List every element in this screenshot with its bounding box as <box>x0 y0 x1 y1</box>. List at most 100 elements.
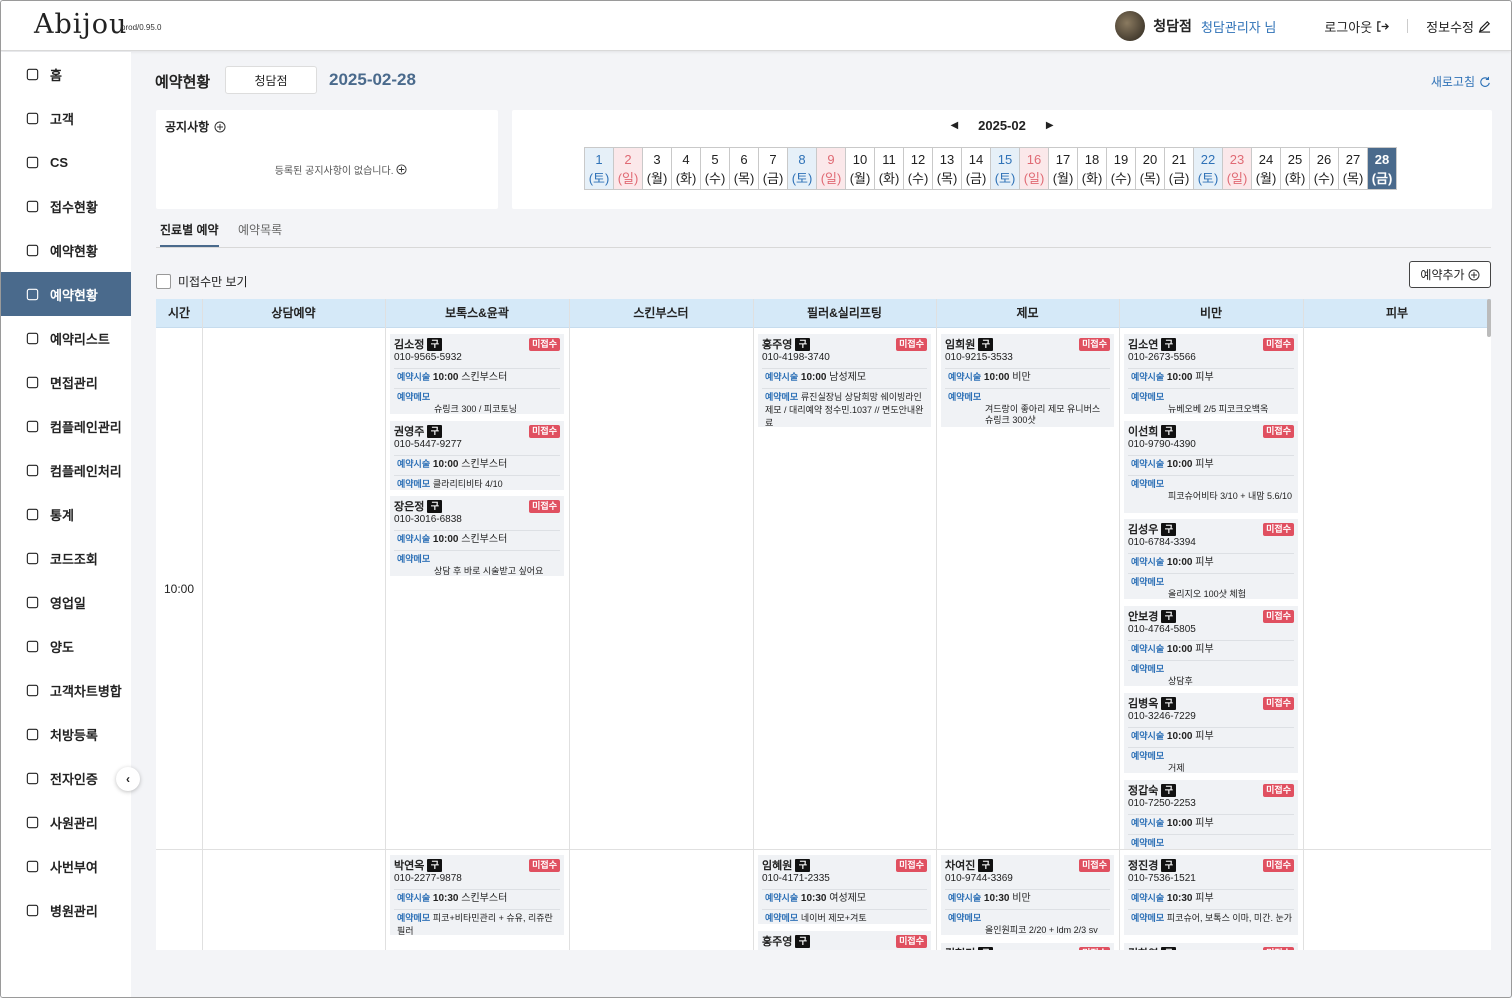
reservation-card[interactable]: 차여진 구 미접수 010-9744-3369 예약시술 10:30 비만 예약메모 올인원… <box>941 855 1114 935</box>
sidebar-item-18[interactable]: 사번부여 <box>1 844 131 888</box>
calendar-day[interactable]: 1 (토) <box>584 147 614 190</box>
calendar-day[interactable]: 23 (일) <box>1222 147 1252 190</box>
calendar-day[interactable]: 28 (금) <box>1367 147 1397 190</box>
sidebar-item-10[interactable]: 통계 <box>1 492 131 536</box>
sidebar-item-2[interactable]: CS <box>1 140 131 184</box>
sidebar-item-0[interactable]: 홈 <box>1 52 131 96</box>
customer-name: 장은정 <box>394 500 425 513</box>
calendar-day[interactable]: 5 (수) <box>700 147 730 190</box>
reservation-card[interactable]: 김소정 구 미접수 010-9565-5932 예약시술 10:00 스킨부스터 예약메모… <box>390 334 564 414</box>
calendar-day[interactable]: 24 (월) <box>1251 147 1281 190</box>
sidebar-item-12[interactable]: 영업일 <box>1 580 131 624</box>
sidebar-item-3[interactable]: 접수현황 <box>1 184 131 228</box>
reservation-card[interactable]: 김소연 구 미접수 010-2673-5566 예약시술 10:00 피부 예약메모 뉴베오… <box>1124 334 1298 414</box>
sidebar-item-6[interactable]: 예약리스트 <box>1 316 131 360</box>
prev-month-icon[interactable]: ◀ <box>950 120 958 131</box>
reservation-card[interactable]: 홍주영 구 미접수 010-4198-3740 예약시술 10:00 남성제모 예약메모 … <box>758 334 931 428</box>
calendar-day[interactable]: 14 (금) <box>961 147 991 190</box>
sidebar-item-19[interactable]: 병원관리 <box>1 888 131 932</box>
reservation-card[interactable]: 임혜원 구 미접수 010-4171-2335 예약시술 10:30 여성제모 예약메모 … <box>758 855 931 924</box>
refresh-button[interactable]: 새로고침 <box>1431 73 1491 90</box>
calendar-day[interactable]: 9 (일) <box>816 147 846 190</box>
branch-select-button[interactable]: 청담점 <box>225 66 317 94</box>
sidebar-item-label: 접수현황 <box>50 199 98 215</box>
reservation-card[interactable]: 김성우 구 미접수 010-6784-3394 예약시술 10:00 피부 예약메모 올리지… <box>1124 519 1298 599</box>
reservation-time: 10:00 <box>1166 644 1193 655</box>
calendar-day[interactable]: 7 (금) <box>758 147 788 190</box>
calendar-day[interactable]: 3 (월) <box>642 147 672 190</box>
selected-date: 2025-02-28 <box>329 70 416 89</box>
sidebar-item-15[interactable]: 처방등록 <box>1 712 131 756</box>
calendar-day[interactable]: 20 (목) <box>1135 147 1165 190</box>
calendar-day[interactable]: 6 (목) <box>729 147 759 190</box>
sidebar-item-7[interactable]: 면접관리 <box>1 360 131 404</box>
reservation-card[interactable]: 장은정 구 미접수 010-3016-6838 예약시술 10:00 스킨부스터 예약메모… <box>390 496 564 576</box>
sidebar-item-13[interactable]: 양도 <box>1 624 131 668</box>
day-weekday: (토) <box>1197 171 1219 186</box>
add-reservation-button[interactable]: 예약추가 <box>1409 261 1491 288</box>
calendar-day[interactable]: 26 (수) <box>1309 147 1339 190</box>
sidebar-item-8[interactable]: 컴플레인관리 <box>1 404 131 448</box>
tab-reservation-list[interactable]: 예약목록 <box>238 221 282 238</box>
sidebar-item-14[interactable]: 고객차트병합 <box>1 668 131 712</box>
calendar-day[interactable]: 19 (수) <box>1106 147 1136 190</box>
calendar-day[interactable]: 8 (토) <box>787 147 817 190</box>
procedure-name: 피부 <box>1195 372 1214 383</box>
day-number: 1 <box>595 152 603 167</box>
unreceived-checkbox[interactable] <box>156 274 171 289</box>
time-slot: 10:00 <box>164 582 195 596</box>
sidebar-item-4[interactable]: 예약현황 <box>1 228 131 272</box>
logout-link[interactable]: 로그아웃 <box>1324 17 1390 36</box>
reservation-card[interactable]: 김현미구 미접수 <box>941 943 1114 950</box>
customer-type-badge: 구 <box>1161 523 1177 536</box>
calendar-day[interactable]: 18 (화) <box>1077 147 1107 190</box>
day-number: 15 <box>997 152 1013 167</box>
tab-by-department[interactable]: 진료별 예약 <box>160 221 219 247</box>
calendar-day[interactable]: 12 (수) <box>903 147 933 190</box>
reservation-card[interactable]: 김하연구 미접수 <box>1124 943 1298 950</box>
memo-label: 예약메모 <box>1131 913 1165 923</box>
reservation-card[interactable]: 정진경 구 미접수 010-7536-1521 예약시술 10:30 피부 예약메모 피코… <box>1124 855 1298 935</box>
reservation-card[interactable]: 안보경 구 미접수 010-4764-5805 예약시술 10:00 피부 예약메모 상담후 <box>1124 606 1298 686</box>
customer-type-badge: 구 <box>978 338 994 351</box>
reservation-card[interactable]: 김병옥 구 미접수 010-3246-7229 예약시술 10:00 피부 예약메모 거제 <box>1124 693 1298 773</box>
calendar-day[interactable]: 15 (토) <box>990 147 1020 190</box>
sidebar-item-17[interactable]: 사원관리 <box>1 800 131 844</box>
reservation-card[interactable]: 임희원 구 미접수 010-9215-3533 예약시술 10:00 비만 예약메모 겨드랑… <box>941 334 1114 427</box>
reservation-card[interactable]: 박연옥 구 미접수 010-2277-9878 예약시술 10:30 스킨부스터 예약메모… <box>390 855 564 936</box>
calendar-day[interactable]: 17 (월) <box>1048 147 1078 190</box>
calendar-day[interactable]: 10 (월) <box>845 147 875 190</box>
reservation-card[interactable]: 홍주영구 미접수010-4198-3740 <box>758 931 931 950</box>
calendar-day[interactable]: 21 (금) <box>1164 147 1194 190</box>
calendar-day[interactable]: 2 (일) <box>613 147 643 190</box>
add-circle-icon[interactable] <box>396 164 407 175</box>
edit-info-link[interactable]: 정보수정 <box>1426 17 1491 36</box>
sidebar-item-9[interactable]: 컴플레인처리 <box>1 448 131 492</box>
day-weekday: (일) <box>617 171 639 186</box>
sidebar-item-16[interactable]: 전자인증 <box>1 756 131 800</box>
procedure-name: 피부 <box>1195 818 1214 829</box>
customer-phone: 010-9215-3533 <box>945 352 1013 363</box>
sidebar-item-11[interactable]: 코드조회 <box>1 536 131 580</box>
day-weekday: (수) <box>1110 171 1132 186</box>
calendar-day[interactable]: 13 (목) <box>932 147 962 190</box>
next-month-icon[interactable]: ▶ <box>1046 120 1054 131</box>
calendar-day[interactable]: 4 (화) <box>671 147 701 190</box>
calendar-day[interactable]: 27 (목) <box>1338 147 1368 190</box>
calendar-day[interactable]: 22 (토) <box>1193 147 1223 190</box>
sidebar-collapse-button[interactable]: ‹ <box>116 767 140 791</box>
add-notice-icon[interactable] <box>214 121 226 133</box>
unreceived-filter[interactable]: 미접수만 보기 <box>156 273 248 290</box>
reservation-card[interactable]: 권영주 구 미접수 010-5447-9277 예약시술 10:00 스킨부스터 예약메모… <box>390 421 564 490</box>
calendar-day[interactable]: 16 (일) <box>1019 147 1049 190</box>
reservation-card[interactable]: 정갑숙 구 미접수 010-7250-2253 예약시술 10:00 피부 예약메모 <box>1124 780 1298 849</box>
calendar-day[interactable]: 25 (화) <box>1280 147 1310 190</box>
customer-type-badge: 구 <box>1161 425 1177 438</box>
list-icon <box>24 330 40 346</box>
reservation-card[interactable]: 이선희 구 미접수 010-9790-4390 예약시술 10:00 피부 예약메모 피코슈… <box>1124 421 1298 513</box>
app-logo[interactable]: Abijou <box>34 9 127 40</box>
calendar-day[interactable]: 11 (화) <box>874 147 904 190</box>
sidebar-item-1[interactable]: 고객 <box>1 96 131 140</box>
grid-scrollbar[interactable] <box>1487 299 1491 337</box>
sidebar-item-5[interactable]: 예약현황 <box>1 272 131 316</box>
